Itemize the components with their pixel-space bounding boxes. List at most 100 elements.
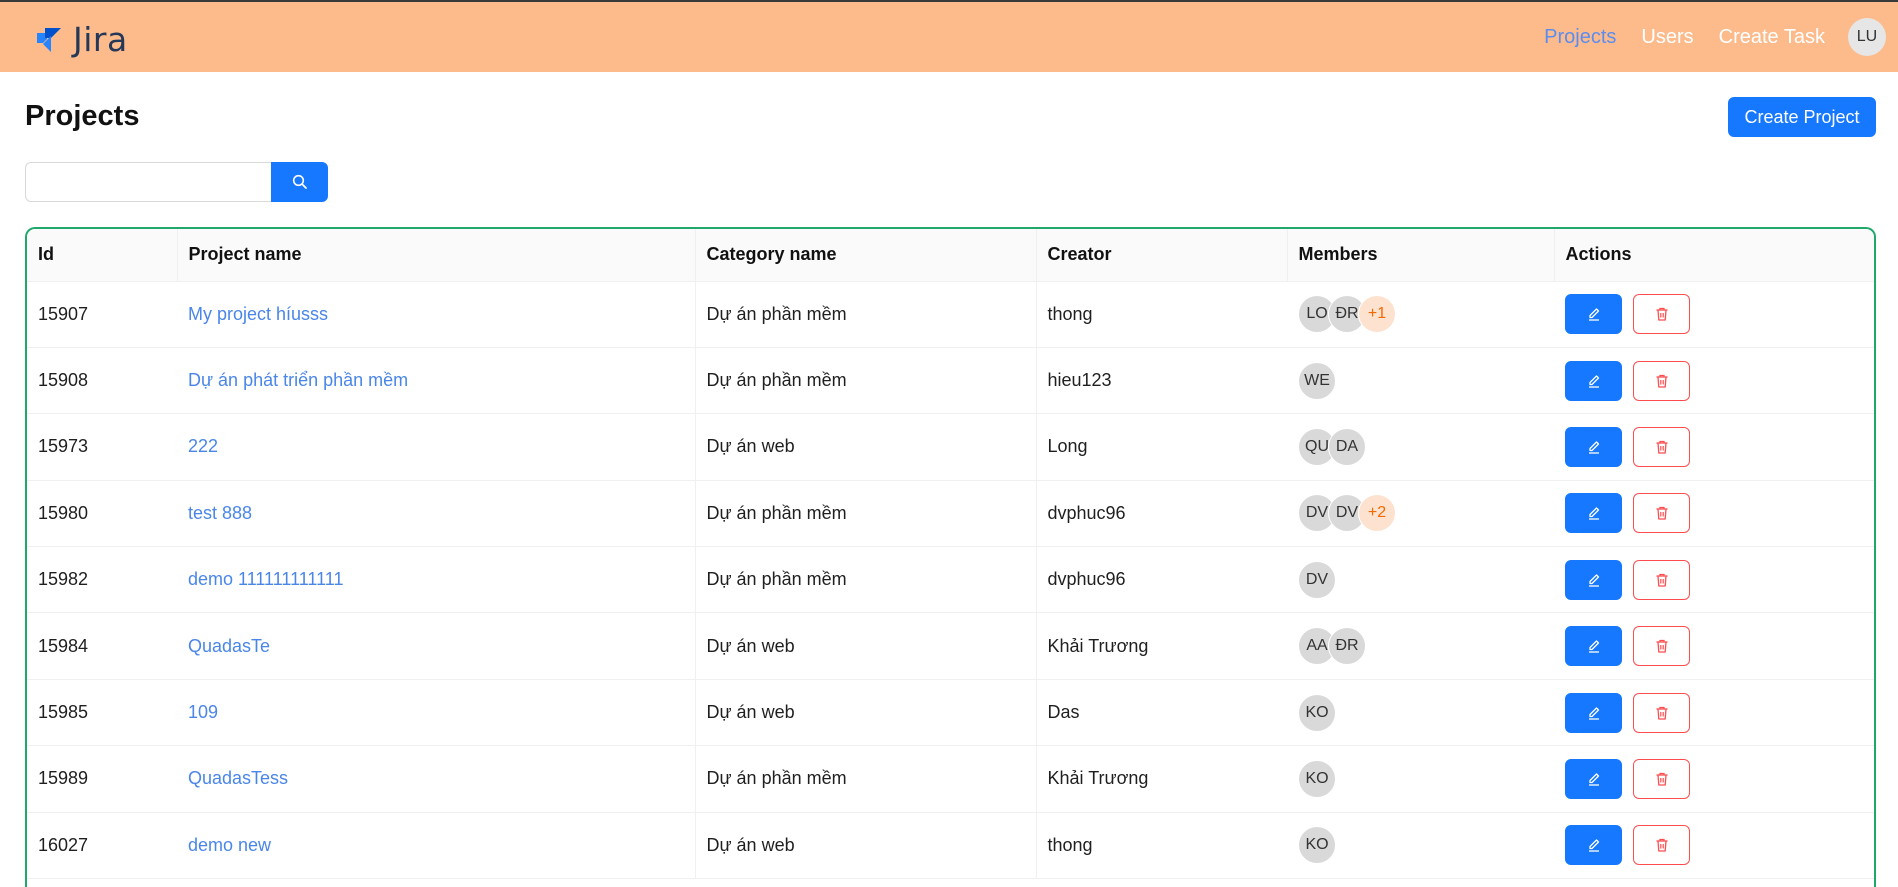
column-header-project-name[interactable]: Project name	[177, 229, 696, 282]
category-name: Dự án phần mềm	[695, 281, 1037, 348]
edit-button[interactable]	[1565, 758, 1622, 799]
edit-button[interactable]	[1565, 426, 1622, 467]
edit-button[interactable]	[1565, 559, 1622, 600]
delete-icon	[1656, 308, 1667, 321]
member-avatar-group[interactable]: KO	[1298, 826, 1554, 865]
members-cell: KO	[1287, 812, 1554, 880]
edit-icon	[1588, 507, 1599, 521]
project-name-link[interactable]: My project híusss	[188, 304, 328, 324]
project-name-link[interactable]: demo 111111111111	[188, 569, 343, 589]
page-title: Projects	[25, 100, 140, 132]
table-row: 15985 109 Dự án web Das KO	[27, 679, 1874, 747]
table-row: 15973 222 Dự án web Long QU DA	[27, 413, 1874, 481]
category-name: Dự án web	[695, 413, 1037, 481]
project-name-link[interactable]: QuadasTess	[188, 768, 288, 788]
create-project-button[interactable]: Create Project	[1728, 97, 1876, 137]
member-overflow-count: +2	[1358, 494, 1396, 533]
member-avatar-group[interactable]: LO ĐR +1	[1298, 295, 1554, 334]
delete-button[interactable]	[1633, 360, 1690, 401]
search-icon	[292, 174, 307, 189]
delete-icon	[1656, 440, 1667, 454]
table-row: 15989 QuadasTess Dự án phần mềm Khải Trư…	[27, 745, 1874, 813]
project-name-cell: demo 111111111111	[177, 546, 696, 614]
delete-icon	[1656, 507, 1667, 521]
member-avatar-group[interactable]: KO	[1298, 693, 1554, 732]
member-avatar: DA	[1328, 427, 1366, 466]
member-avatar-group[interactable]: QU DA	[1298, 427, 1554, 466]
member-avatar: KO	[1298, 759, 1336, 798]
delete-button[interactable]	[1633, 559, 1690, 600]
search-button[interactable]	[271, 162, 328, 202]
delete-button[interactable]	[1633, 493, 1690, 534]
edit-button[interactable]	[1565, 626, 1622, 667]
edit-button[interactable]	[1565, 294, 1622, 335]
edit-icon	[1588, 706, 1599, 720]
column-header-creator[interactable]: Creator	[1036, 229, 1288, 282]
edit-button[interactable]	[1565, 692, 1622, 733]
member-avatar-group[interactable]: DV DV +2	[1298, 494, 1554, 533]
member-avatar: DV	[1298, 560, 1336, 599]
delete-button[interactable]	[1633, 758, 1690, 799]
delete-button[interactable]	[1633, 426, 1690, 467]
edit-button[interactable]	[1565, 360, 1622, 401]
edit-icon	[1588, 574, 1599, 587]
column-header-id[interactable]: Id	[27, 229, 178, 282]
top-navbar: Jira Projects Users Create Task LU	[0, 0, 1898, 72]
member-avatar-group[interactable]: KO	[1298, 759, 1554, 798]
edit-button[interactable]	[1565, 825, 1622, 866]
member-avatar-group[interactable]: DV	[1298, 560, 1554, 599]
edit-icon	[1588, 308, 1599, 321]
member-overflow-count: +1	[1358, 295, 1396, 334]
logo-text: Jira	[73, 20, 128, 59]
delete-icon	[1656, 639, 1667, 653]
project-name-link[interactable]: 222	[188, 436, 218, 456]
member-avatar-group[interactable]: WE	[1298, 361, 1554, 400]
search-input[interactable]	[25, 162, 271, 202]
table-row: 16027 demo new Dự án web thong KO	[27, 812, 1874, 880]
member-avatar: KO	[1298, 693, 1336, 732]
project-name-link[interactable]: 109	[188, 702, 218, 722]
category-name: Dự án phần mềm	[695, 745, 1037, 813]
jira-logo[interactable]: Jira	[33, 20, 128, 59]
project-id: 16027	[27, 812, 177, 880]
member-avatar-group[interactable]: AA ĐR	[1298, 627, 1554, 666]
project-name-link[interactable]: Dự án phát triển phần mềm	[188, 370, 408, 390]
project-name-cell: My project híusss	[177, 281, 696, 348]
delete-icon	[1656, 374, 1667, 388]
project-name-cell: demo new	[177, 812, 696, 880]
column-header-category-name[interactable]: Category name	[695, 229, 1037, 282]
column-header-members[interactable]: Members	[1287, 229, 1555, 282]
project-name-cell: test 888	[177, 480, 696, 548]
delete-button[interactable]	[1633, 692, 1690, 733]
user-avatar[interactable]: LU	[1848, 18, 1886, 56]
project-id: 15907	[27, 281, 177, 348]
creator-name: thong	[1036, 281, 1287, 348]
actions-cell	[1554, 480, 1874, 548]
actions-cell	[1554, 281, 1874, 348]
project-name-cell: QuadasTess	[177, 745, 696, 813]
delete-button[interactable]	[1633, 294, 1690, 335]
nav-users[interactable]: Users	[1641, 26, 1693, 49]
actions-cell	[1554, 812, 1874, 880]
delete-button[interactable]	[1633, 626, 1690, 667]
members-cell: DV DV +2	[1287, 480, 1554, 548]
nav-create-task[interactable]: Create Task	[1719, 26, 1825, 49]
delete-button[interactable]	[1633, 825, 1690, 866]
table-row: 15984 QuadasTe Dự án web Khải Trương AA Đ…	[27, 612, 1874, 680]
member-avatar: KO	[1298, 826, 1336, 865]
search-bar	[25, 162, 328, 202]
member-avatar: WE	[1298, 361, 1336, 400]
member-avatar: ĐR	[1328, 627, 1366, 666]
category-name: Dự án phần mềm	[695, 347, 1037, 415]
project-name-link[interactable]: test 888	[188, 503, 252, 523]
members-cell: LO ĐR +1	[1287, 281, 1554, 348]
project-name-link[interactable]: demo new	[188, 835, 271, 855]
edit-button[interactable]	[1565, 493, 1622, 534]
creator-name: hieu123	[1036, 347, 1287, 415]
category-name: Dự án web	[695, 679, 1037, 747]
project-id: 15989	[27, 745, 177, 813]
table-row: 15980 test 888 Dự án phần mềm dvphuc96 D…	[27, 480, 1874, 548]
members-cell: KO	[1287, 679, 1554, 747]
project-name-link[interactable]: QuadasTe	[188, 636, 270, 656]
nav-projects[interactable]: Projects	[1544, 26, 1616, 49]
